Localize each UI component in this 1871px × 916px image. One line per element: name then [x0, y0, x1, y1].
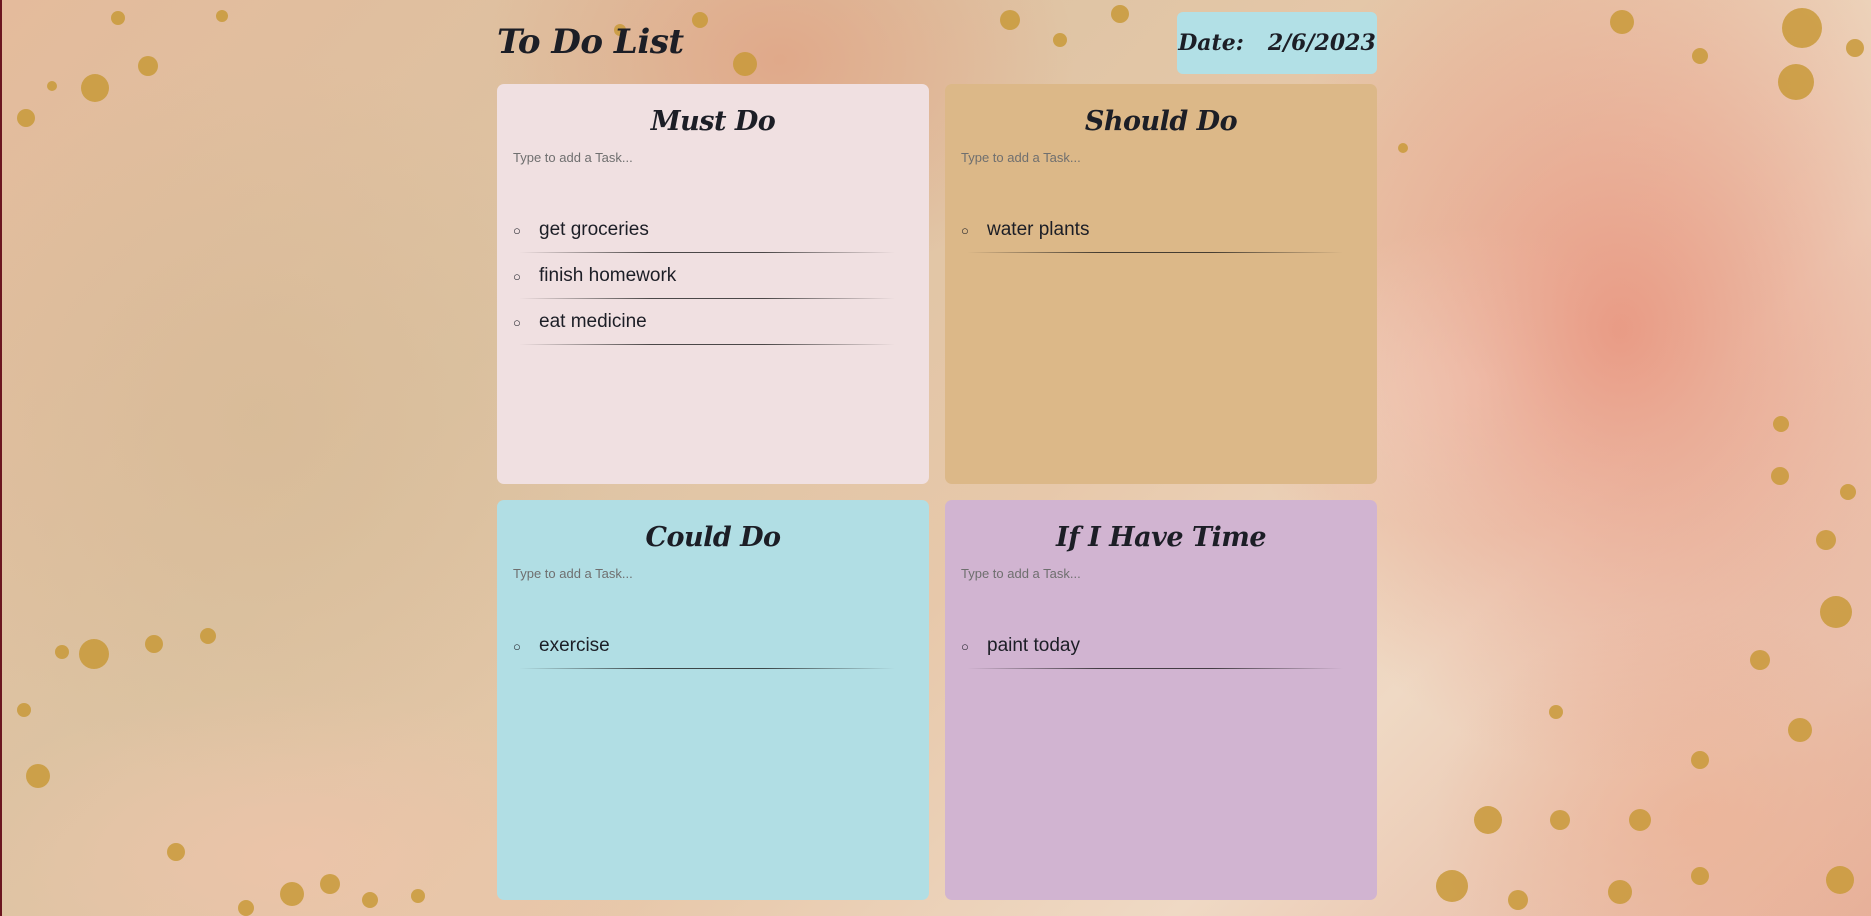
background-speckles — [17, 5, 1864, 916]
app-title: To Do List — [497, 22, 684, 62]
date-display: Date: 2/6/2023 — [1177, 12, 1377, 74]
date-label: Date: — [1178, 30, 1244, 56]
circle-bullet-icon: ○ — [513, 268, 521, 284]
circle-bullet-icon: ○ — [513, 314, 521, 330]
must-do-title: Must Do — [650, 106, 776, 137]
could-do-title: Could Do — [645, 522, 781, 553]
must-do-card: Must Do ○ get groceries ○ finish homewor… — [497, 84, 929, 484]
window-edge — [0, 0, 2, 916]
date-value: 2/6/2023 — [1267, 30, 1376, 56]
app-header: To Do List Date: 2/6/2023 — [497, 12, 1377, 74]
task-text: water plants — [987, 219, 1090, 240]
task-text: paint today — [987, 635, 1080, 656]
task-text: get groceries — [539, 219, 649, 240]
task-text: exercise — [539, 635, 610, 656]
task-item[interactable]: ○ paint today — [961, 623, 1361, 669]
should-do-task-list: ○ water plants — [961, 207, 1361, 253]
should-do-task-input[interactable] — [961, 146, 1361, 169]
task-item[interactable]: ○ finish homework — [513, 253, 913, 299]
task-item[interactable]: ○ exercise — [513, 623, 913, 669]
task-text: finish homework — [539, 265, 677, 286]
could-do-task-list: ○ exercise — [513, 623, 913, 669]
if-i-have-time-task-input[interactable] — [961, 562, 1361, 585]
if-i-have-time-card: If I Have Time ○ paint today — [945, 500, 1377, 900]
could-do-task-input[interactable] — [513, 562, 913, 585]
circle-bullet-icon: ○ — [961, 222, 969, 238]
task-text: eat medicine — [539, 311, 647, 332]
task-item[interactable]: ○ eat medicine — [513, 299, 913, 345]
task-item[interactable]: ○ water plants — [961, 207, 1361, 253]
should-do-title: Should Do — [1084, 106, 1238, 137]
if-i-have-time-title: If I Have Time — [1055, 522, 1267, 553]
circle-bullet-icon: ○ — [961, 638, 969, 654]
if-i-have-time-task-list: ○ paint today — [961, 623, 1361, 669]
must-do-task-input[interactable] — [513, 146, 913, 169]
circle-bullet-icon: ○ — [513, 638, 521, 654]
circle-bullet-icon: ○ — [513, 222, 521, 238]
must-do-task-list: ○ get groceries ○ finish homework ○ eat … — [513, 207, 913, 345]
should-do-card: Should Do ○ water plants — [945, 84, 1377, 484]
task-item[interactable]: ○ get groceries — [513, 207, 913, 253]
could-do-card: Could Do ○ exercise — [497, 500, 929, 900]
